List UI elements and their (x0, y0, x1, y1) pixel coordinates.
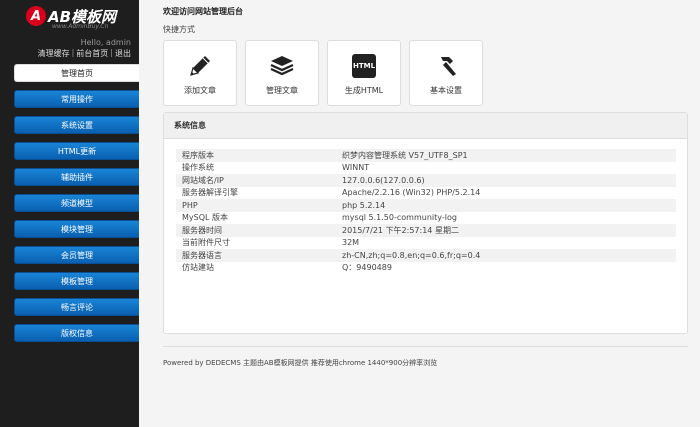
sidebar-item-members[interactable]: 会员管理 (14, 246, 139, 264)
quick-links-label: 快捷方式 (163, 25, 195, 34)
tile-basic-settings[interactable]: 基本设置 (409, 40, 483, 106)
sidebar-menu: 管理首页 常用操作 系统设置 HTML更新 辅助插件 频道模型 模块管理 会员管… (14, 64, 139, 350)
tile-manage-articles[interactable]: 管理文章 (245, 40, 319, 106)
separator: | (110, 48, 113, 57)
sidebar-item-copyright[interactable]: 版权信息 (14, 324, 139, 342)
tile-label: 生成HTML (344, 86, 384, 95)
hammer-icon (431, 51, 461, 81)
info-key: MySQL 版本 (182, 213, 229, 223)
tile-generate-html[interactable]: HTML 生成HTML (327, 40, 401, 106)
system-info-panel: 系统信息 程序版本 织梦内容管理系统 V57_UTF8_SP1 操作系统 WINNT… (163, 112, 688, 334)
sidebar-item-comments[interactable]: 畅言评论 (14, 298, 139, 316)
frontend-home-link[interactable]: 前台首页 (76, 48, 108, 59)
info-value: 32M (342, 238, 360, 248)
sidebar-item-dashboard[interactable]: 管理首页 (14, 64, 139, 82)
info-key: 仿站建站 (182, 263, 214, 273)
tile-label: 基本设置 (430, 86, 462, 95)
main-content: 欢迎访问网站管理后台 快捷方式 添加文章 管理文章 HTML 生成HTML 基本… (139, 0, 700, 427)
footer-text: Powered by DEDECMS 主题由AB模板网提供 推荐使用chrome… (163, 359, 438, 367)
info-value: zh-CN,zh;q=0.8,en;q=0.6,fr;q=0.4 (336, 249, 676, 262)
table-row: 网站域名/IP 127.0.0.6(127.0.0.6) (176, 174, 676, 187)
info-key: 操作系统 (182, 163, 214, 173)
tile-label: 添加文章 (184, 86, 216, 95)
logo-subtitle: www.AdminBuy.Cn (52, 23, 109, 30)
panel-title: 系统信息 (164, 113, 687, 139)
stack-icon (267, 51, 297, 81)
system-info-table: 程序版本 织梦内容管理系统 V57_UTF8_SP1 操作系统 WINNT 网站域名… (176, 149, 676, 274)
table-row: MySQL 版本 mysql 5.1.50-community-log (176, 212, 676, 225)
table-row: 当前附件尺寸 32M (176, 237, 676, 250)
info-value: php 5.2.14 (336, 199, 676, 212)
table-row: 服务器时间 2015/7/21 下午2:57:14 星期二 (176, 224, 676, 237)
logo-badge: A (26, 6, 46, 26)
table-row: PHP php 5.2.14 (176, 199, 676, 212)
user-links: 清理缓存 | 前台首页 | 退出 (38, 48, 131, 59)
divider (163, 346, 688, 347)
clear-cache-link[interactable]: 清理缓存 (38, 48, 70, 59)
page-title: 欢迎访问网站管理后台 (163, 7, 243, 16)
table-row: 仿站建站 Q：9490489 (176, 262, 676, 275)
sidebar-item-modules[interactable]: 模块管理 (14, 220, 139, 238)
tile-label: 管理文章 (266, 86, 298, 95)
info-value: mysql 5.1.50-community-log (342, 213, 457, 223)
sidebar-item-channel-models[interactable]: 频道模型 (14, 194, 139, 212)
info-key: 程序版本 (176, 149, 336, 162)
table-row: 程序版本 织梦内容管理系统 V57_UTF8_SP1 (176, 149, 676, 162)
table-row: 操作系统 WINNT (176, 162, 676, 175)
info-value: 织梦内容管理系统 V57_UTF8_SP1 (336, 149, 676, 162)
pencil-icon (185, 51, 215, 81)
info-key: 服务器解译引擎 (182, 188, 238, 198)
info-value: Apache/2.2.16 (Win32) PHP/5.2.14 (342, 188, 481, 198)
info-value: WINNT (342, 163, 370, 173)
table-row: 服务器语言 zh-CN,zh;q=0.8,en;q=0.6,fr;q=0.4 (176, 249, 676, 262)
info-key: 当前附件尺寸 (182, 238, 230, 248)
tile-add-article[interactable]: 添加文章 (163, 40, 237, 106)
info-value: 127.0.0.6(127.0.0.6) (336, 174, 676, 187)
separator: | (71, 48, 75, 57)
html-icon: HTML (349, 51, 379, 81)
quick-links: 添加文章 管理文章 HTML 生成HTML 基本设置 (163, 40, 491, 106)
sidebar-item-common[interactable]: 常用操作 (14, 90, 139, 108)
info-value: Q：9490489 (342, 263, 392, 273)
sidebar: A AB模板网 www.AdminBuy.Cn Hello, admin 清理缓… (0, 0, 139, 427)
sidebar-item-system-settings[interactable]: 系统设置 (14, 116, 139, 134)
info-key: 服务器语言 (176, 249, 336, 262)
table-row: 服务器解译引擎 Apache/2.2.16 (Win32) PHP/5.2.14 (176, 187, 676, 200)
info-key: PHP (176, 199, 336, 212)
info-value: 2015/7/21 下午2:57:14 星期二 (336, 224, 676, 237)
sidebar-item-plugins[interactable]: 辅助插件 (14, 168, 139, 186)
sidebar-item-templates[interactable]: 模板管理 (14, 272, 139, 290)
info-key: 服务器时间 (176, 224, 336, 237)
user-greeting: Hello, admin (80, 38, 131, 47)
sidebar-item-html-update[interactable]: HTML更新 (14, 142, 139, 160)
logout-link[interactable]: 退出 (115, 48, 131, 59)
info-key: 网站域名/IP (176, 174, 336, 187)
html-icon-text: HTML (352, 54, 376, 78)
